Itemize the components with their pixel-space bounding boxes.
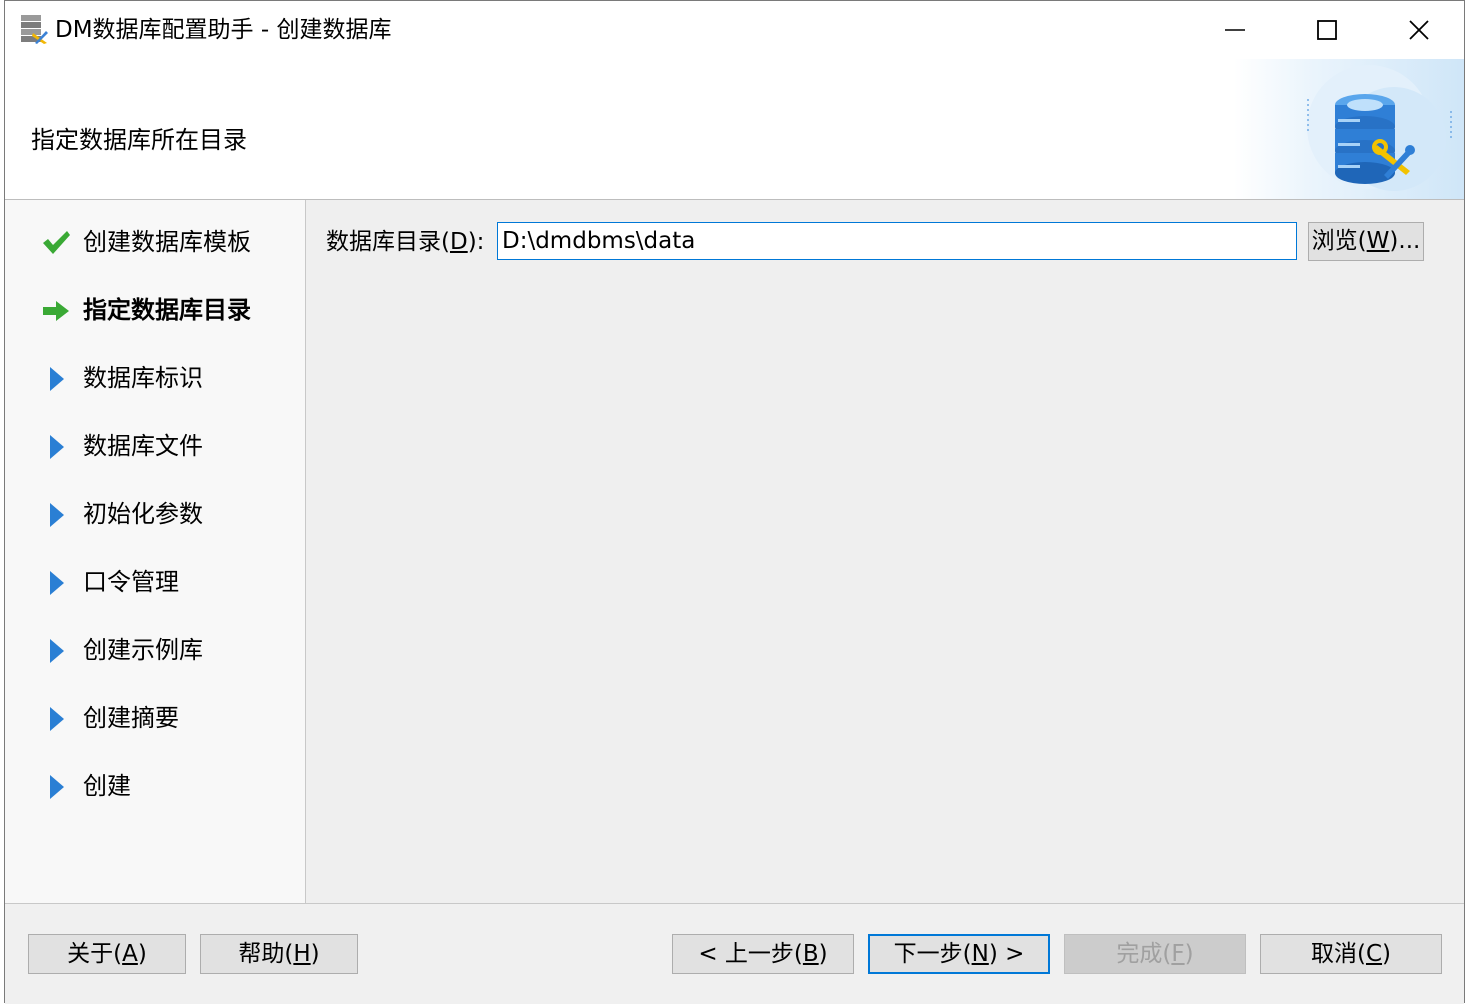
step-create: 创建 (5, 761, 305, 811)
triangle-right-icon (50, 503, 64, 527)
maximize-icon (1317, 20, 1337, 40)
step-label: 创建示例库 (83, 636, 203, 664)
step-init-params: 初始化参数 (5, 489, 305, 539)
maximize-button[interactable] (1281, 1, 1373, 59)
header-art (1234, 59, 1464, 199)
step-label: 创建摘要 (83, 704, 179, 732)
database-tools-icon (1307, 65, 1452, 191)
finish-button: 完成(F) (1064, 934, 1246, 974)
step-password-mgmt: 口令管理 (5, 557, 305, 607)
page-header: 指定数据库所在目录 (5, 59, 1464, 200)
next-button[interactable]: 下一步(N) > (868, 934, 1050, 974)
close-button[interactable] (1373, 1, 1465, 59)
database-wizard-icon (21, 15, 48, 44)
page-title: 指定数据库所在目录 (31, 126, 247, 154)
step-summary: 创建摘要 (5, 693, 305, 743)
minimize-icon (1225, 29, 1245, 31)
step-create-template: 创建数据库模板 (5, 217, 305, 267)
step-label: 数据库文件 (83, 432, 203, 460)
triangle-right-icon (50, 435, 64, 459)
step-label: 指定数据库目录 (83, 296, 251, 324)
triangle-right-icon (50, 571, 64, 595)
content-panel: 数据库目录(D): 浏览(W)... (306, 200, 1464, 903)
dialog-window: DM数据库配置助手 - 创建数据库 指定数据库所在目录 创建数据库模板 指定数据… (4, 0, 1465, 1004)
window-title: DM数据库配置助手 - 创建数据库 (55, 17, 392, 43)
about-button[interactable]: 关于(A) (28, 934, 186, 974)
step-label: 数据库标识 (83, 364, 203, 392)
step-label: 创建 (83, 772, 131, 800)
previous-button[interactable]: < 上一步(B) (672, 934, 854, 974)
arrow-right-icon (43, 301, 69, 321)
step-navigator: 创建数据库模板 指定数据库目录 数据库标识 数据库文件 初始化参数 口令管理 创… (5, 200, 306, 903)
checkmark-icon (43, 231, 70, 254)
title-bar: DM数据库配置助手 - 创建数据库 (5, 1, 1464, 59)
triangle-right-icon (50, 639, 64, 663)
close-icon (1409, 20, 1429, 40)
step-label: 初始化参数 (83, 500, 203, 528)
step-database-identity: 数据库标识 (5, 353, 305, 403)
button-bar: 关于(A) 帮助(H) < 上一步(B) 下一步(N) > 完成(F) 取消(C… (5, 903, 1464, 1004)
step-specify-directory: 指定数据库目录 (5, 285, 305, 335)
database-directory-label: 数据库目录(D): (326, 229, 485, 255)
browse-button[interactable]: 浏览(W)... (1308, 222, 1424, 261)
cancel-button[interactable]: 取消(C) (1260, 934, 1442, 974)
help-button[interactable]: 帮助(H) (200, 934, 358, 974)
database-directory-input[interactable] (497, 222, 1297, 260)
triangle-right-icon (50, 367, 64, 391)
minimize-button[interactable] (1189, 1, 1281, 59)
triangle-right-icon (50, 707, 64, 731)
step-sample-db: 创建示例库 (5, 625, 305, 675)
triangle-right-icon (50, 775, 64, 799)
step-label: 口令管理 (83, 568, 179, 596)
step-label: 创建数据库模板 (83, 228, 251, 256)
step-database-files: 数据库文件 (5, 421, 305, 471)
